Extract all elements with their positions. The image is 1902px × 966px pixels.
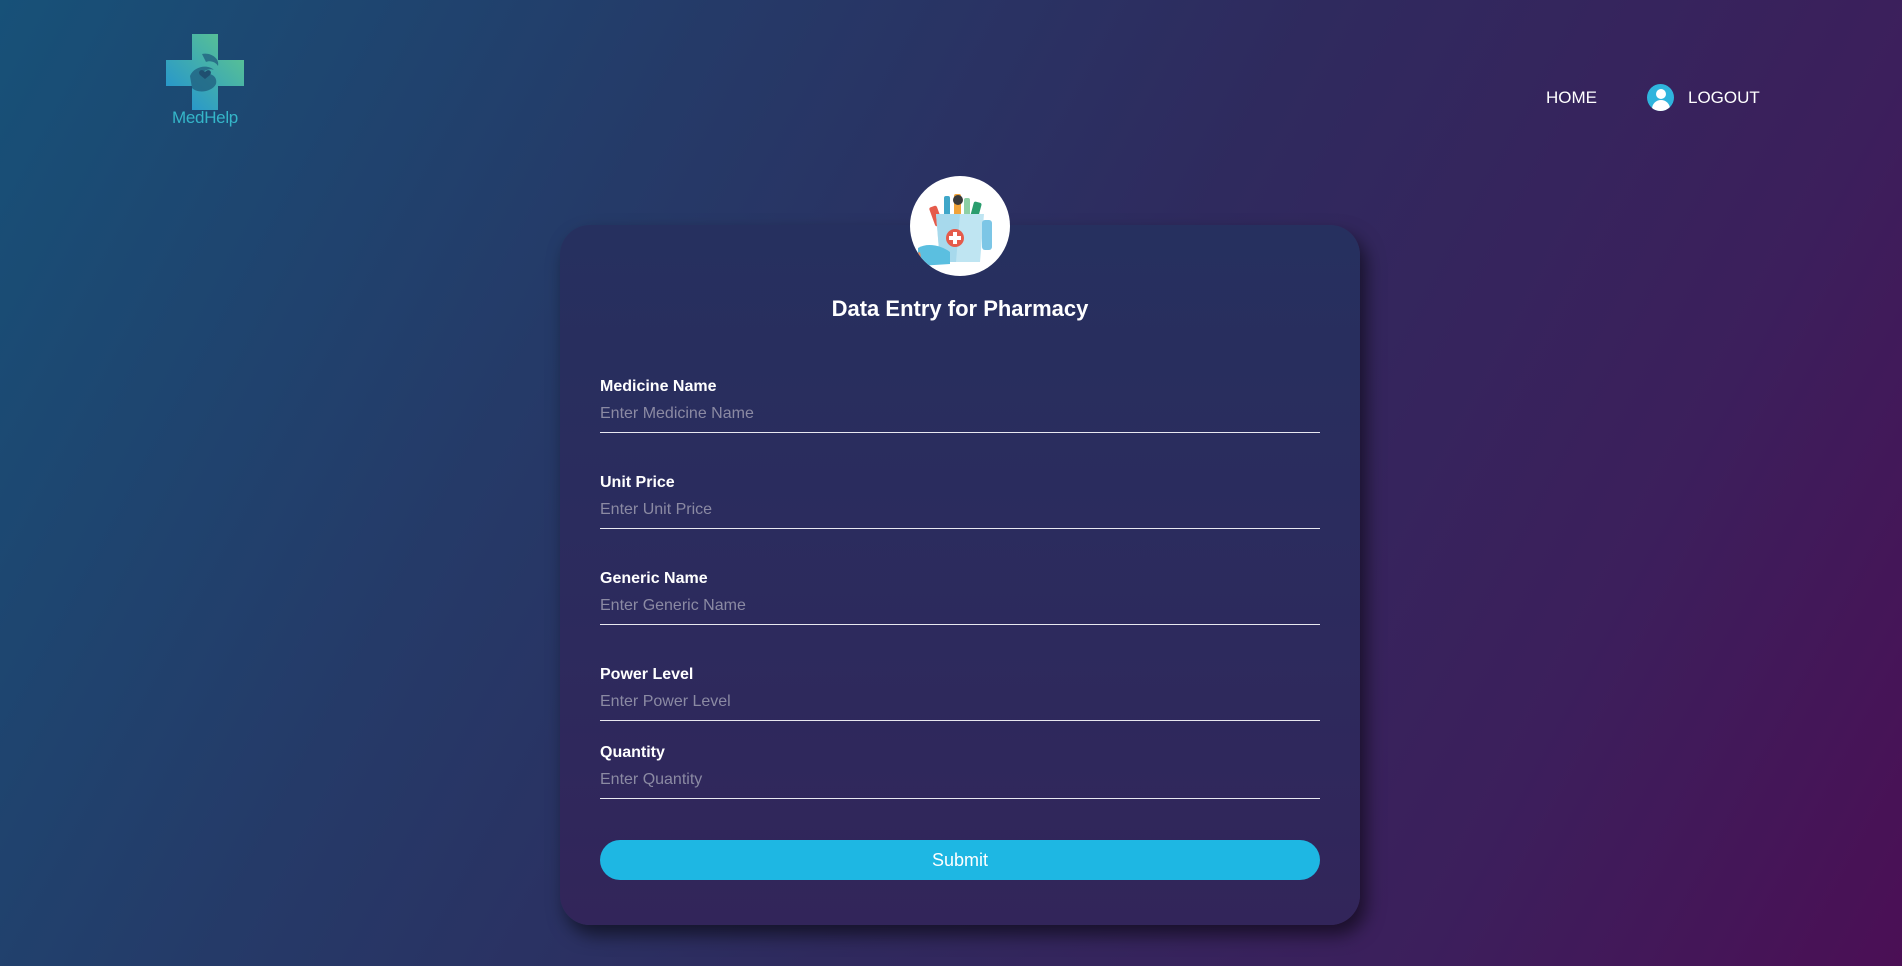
medicine-name-input[interactable] (600, 405, 1320, 433)
user-avatar-icon (1647, 84, 1674, 111)
generic-name-label: Generic Name (600, 570, 708, 587)
medicine-name-field: Medicine Name (600, 378, 1320, 433)
logo-text: MedHelp (172, 108, 238, 127)
pharmacy-bag-icon (910, 194, 992, 274)
pharmacy-badge (910, 176, 1010, 276)
quantity-field: Quantity (600, 744, 1320, 799)
nav-home-link[interactable]: HOME (1546, 88, 1597, 108)
nav-logout-link[interactable]: LOGOUT (1647, 84, 1760, 111)
generic-name-field: Generic Name (600, 570, 1320, 625)
submit-button[interactable]: Submit (600, 840, 1320, 880)
medicine-name-label: Medicine Name (600, 378, 717, 395)
unit-price-input[interactable] (600, 501, 1320, 529)
quantity-input[interactable] (600, 771, 1320, 799)
page-title: Data Entry for Pharmacy (831, 296, 1089, 321)
quantity-label: Quantity (600, 744, 665, 761)
generic-name-input[interactable] (600, 597, 1320, 625)
power-level-input[interactable] (600, 693, 1320, 721)
power-level-field: Power Level (600, 666, 1320, 721)
unit-price-field: Unit Price (600, 474, 1320, 529)
logout-label: LOGOUT (1688, 87, 1760, 107)
unit-price-label: Unit Price (600, 474, 675, 491)
power-level-label: Power Level (600, 666, 694, 683)
medical-cross-hands-logo (166, 34, 244, 110)
medhelp-logo[interactable]: MedHelp (164, 32, 246, 132)
